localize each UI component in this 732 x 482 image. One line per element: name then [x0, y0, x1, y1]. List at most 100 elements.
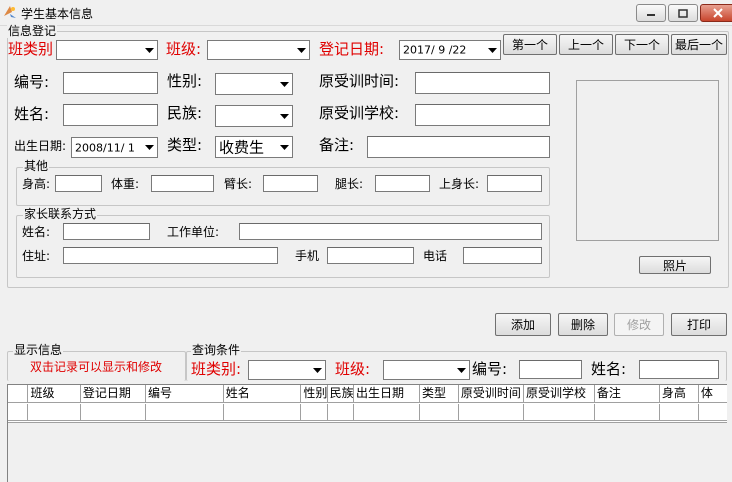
last-record-button[interactable]: 最后一个	[671, 34, 727, 55]
leg-field[interactable]	[375, 175, 430, 192]
maximize-button[interactable]	[668, 4, 698, 22]
orig-time-label: 原受训时间:	[319, 72, 400, 90]
ethnic-label: 民族:	[167, 104, 203, 122]
reg-date-picker[interactable]: 2017/ 9 /22	[399, 40, 501, 60]
column-header[interactable]: 性别	[301, 385, 328, 403]
query-class-combo[interactable]	[383, 360, 470, 380]
address-field[interactable]	[63, 247, 278, 264]
phone-label: 电话	[423, 249, 448, 263]
minimize-button[interactable]	[636, 4, 666, 22]
reg-date-label: 登记日期:	[319, 40, 385, 58]
query-name-label: 姓名:	[591, 360, 627, 378]
close-icon	[713, 8, 723, 18]
chevron-down-icon	[312, 367, 322, 373]
parent-name-label: 姓名:	[22, 225, 51, 239]
gender-combo[interactable]	[215, 73, 293, 95]
remark-field[interactable]	[367, 136, 550, 158]
grid-header: 班级 登记日期 编号 姓名 性别 民族 出生日期 类型 原受训时间 原受训学校 …	[8, 385, 727, 403]
print-button[interactable]: 打印	[671, 313, 727, 336]
app-icon	[2, 4, 18, 20]
query-class-type-combo[interactable]	[248, 360, 326, 380]
first-record-button[interactable]: 第一个	[503, 34, 557, 55]
mobile-label: 手机	[295, 249, 320, 263]
work-unit-field[interactable]	[239, 223, 542, 240]
query-id-field[interactable]	[519, 360, 582, 379]
column-header[interactable]: 原受训时间	[459, 385, 524, 403]
column-header[interactable]: 编号	[146, 385, 224, 403]
type-combo[interactable]: 收费生	[215, 136, 293, 158]
records-grid[interactable]: 班级 登记日期 编号 姓名 性别 民族 出生日期 类型 原受训时间 原受训学校 …	[7, 384, 727, 482]
birth-date-value: 2008/11/ 1	[75, 141, 135, 154]
id-field[interactable]	[63, 72, 158, 94]
minimize-icon	[647, 14, 655, 16]
table-cell[interactable]	[524, 404, 595, 421]
column-header[interactable]: 班级	[28, 385, 81, 403]
arm-field[interactable]	[263, 175, 318, 192]
parent-name-field[interactable]	[63, 223, 150, 240]
table-cell[interactable]	[224, 404, 302, 421]
type-value: 收费生	[219, 138, 265, 157]
table-cell[interactable]	[699, 404, 727, 421]
table-cell[interactable]	[660, 404, 699, 421]
leg-label: 腿长:	[335, 177, 364, 191]
table-cell[interactable]	[81, 404, 146, 421]
birth-date-picker[interactable]: 2008/11/ 1	[71, 137, 158, 158]
column-header[interactable]: 姓名	[224, 385, 302, 403]
column-header[interactable]: 登记日期	[81, 385, 146, 403]
table-cell[interactable]	[328, 404, 354, 421]
name-field[interactable]	[63, 104, 158, 126]
table-cell[interactable]	[595, 404, 660, 421]
column-header[interactable]: 身高	[660, 385, 699, 403]
orig-time-field[interactable]	[415, 72, 550, 94]
prev-record-button[interactable]: 上一个	[559, 34, 613, 55]
class-label: 班级:	[166, 40, 202, 58]
photo-frame	[576, 80, 719, 241]
phone-field[interactable]	[463, 247, 542, 264]
query-id-label: 编号:	[472, 360, 508, 378]
mobile-field[interactable]	[327, 247, 414, 264]
work-unit-label: 工作单位:	[167, 225, 220, 239]
add-button[interactable]: 添加	[495, 313, 551, 336]
table-cell[interactable]	[420, 404, 459, 421]
class-type-label: 班类别	[8, 40, 54, 58]
chevron-down-icon	[456, 367, 466, 373]
orig-school-field[interactable]	[415, 104, 550, 126]
column-header[interactable]: 民族	[328, 385, 354, 403]
table-cell[interactable]	[28, 404, 81, 421]
column-header[interactable]: 原受训学校	[524, 385, 595, 403]
gender-label: 性别:	[167, 72, 203, 90]
orig-school-label: 原受训学校:	[319, 104, 400, 122]
type-label: 类型:	[167, 136, 203, 154]
query-name-field[interactable]	[639, 360, 719, 379]
column-header[interactable]: 出生日期	[354, 385, 420, 403]
column-header[interactable]: 体	[699, 385, 727, 403]
delete-button[interactable]: 删除	[558, 313, 608, 336]
table-cell[interactable]	[146, 404, 224, 421]
row-header[interactable]	[8, 404, 29, 421]
chevron-down-icon	[487, 47, 497, 53]
weight-field[interactable]	[151, 175, 214, 192]
name-label: 姓名:	[14, 105, 50, 123]
column-header[interactable]: 备注	[595, 385, 660, 403]
remark-label: 备注:	[319, 136, 355, 154]
query-group-legend: 查询条件	[191, 343, 242, 357]
next-record-button[interactable]: 下一个	[615, 34, 669, 55]
upper-body-label: 上身长:	[439, 177, 480, 191]
table-cell[interactable]	[301, 404, 328, 421]
upper-body-field[interactable]	[487, 175, 542, 192]
photo-button[interactable]: 照片	[639, 256, 711, 274]
table-row[interactable]	[8, 404, 727, 421]
close-button[interactable]	[700, 4, 732, 22]
window-title: 学生基本信息	[21, 7, 94, 21]
info-group-legend: 信息登记	[7, 24, 58, 38]
column-header[interactable]: 类型	[420, 385, 459, 403]
height-field[interactable]	[55, 175, 102, 192]
birth-label: 出生日期:	[14, 139, 67, 153]
ethnic-combo[interactable]	[215, 105, 293, 127]
class-type-combo[interactable]	[56, 40, 158, 60]
modify-button[interactable]: 修改	[614, 313, 664, 336]
class-combo[interactable]	[207, 40, 310, 60]
table-cell[interactable]	[459, 404, 524, 421]
grid-empty-area	[8, 422, 727, 482]
table-cell[interactable]	[354, 404, 420, 421]
